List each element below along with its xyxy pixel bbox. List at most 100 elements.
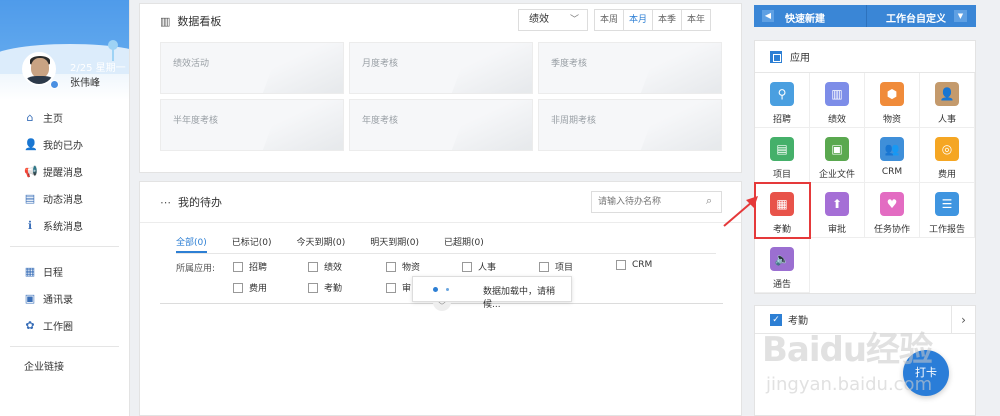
- dashboard-card[interactable]: 季度考核: [538, 42, 722, 94]
- dashboard-panel: ▥ 数据看板 绩效 ﹀ 本周 本月 本季 本年 绩效活动 月度考核 季度考核 半年度考核 年度…: [139, 3, 742, 173]
- app-filter-checkbox[interactable]: 考勤: [308, 281, 342, 294]
- app-tile[interactable]: ♥ 任务协作: [865, 183, 920, 238]
- chevron-down-icon[interactable]: ▼: [954, 10, 967, 22]
- app-tile-label: 工作报告: [928, 225, 965, 235]
- app-tile[interactable]: ◎ 费用: [920, 128, 975, 183]
- home-icon: ⌂: [26, 110, 34, 124]
- task-icon: ♥: [880, 192, 904, 216]
- checkbox-icon: [386, 261, 396, 272]
- customize-workspace-button[interactable]: 工作台自定义: [886, 10, 946, 25]
- sidebar-item-chat[interactable]: ▤ 动态消息: [0, 185, 129, 212]
- range-tab[interactable]: 本年: [681, 9, 711, 31]
- sidebar-item-label: 通讯录: [43, 295, 73, 306]
- left-sidebar: 2/25 星期一 张伟峰 ⌂ 主页 👤 我的已办 📢 提醒消息 ▤ 动态消息 ℹ 系统消息 ▦ 日程…: [0, 0, 130, 416]
- app-filter-checkbox[interactable]: 项目: [539, 260, 573, 273]
- checkbox-icon: [308, 261, 318, 272]
- app-tile-label: 物资: [882, 115, 901, 125]
- app-filter-checkbox[interactable]: 物资: [386, 260, 420, 273]
- app-tile[interactable]: 🔈 通告: [755, 238, 810, 293]
- settings-badge-icon[interactable]: [50, 80, 59, 89]
- balloon-icon: [108, 40, 118, 61]
- dashboard-title: 数据看板: [177, 15, 222, 28]
- metric-select[interactable]: 绩效 ﹀: [518, 9, 588, 31]
- dashboard-card[interactable]: 非周期考核: [538, 99, 722, 151]
- megaphone-icon: 📢: [24, 164, 38, 178]
- sidebar-item-user-check[interactable]: 👤 我的已办: [0, 131, 129, 158]
- sidebar-item-label: 动态消息: [43, 195, 83, 206]
- apps-panel: 应用 ⚲ 招聘 ▥ 绩效 ⬢ 物资 👤 人事 ▤ 项目 ▣ 企业文件 👥 CRM ◎ 费用 ▦ 考勤 ⬆ 审批 ♥ 任务协…: [754, 40, 976, 294]
- app-tile[interactable]: ▦ 考勤: [754, 182, 811, 239]
- header-divider: [140, 222, 741, 223]
- app-tile[interactable]: ▥ 绩效: [810, 73, 865, 128]
- range-tab[interactable]: 本周: [594, 9, 624, 31]
- todo-tab[interactable]: 已标记(0): [232, 235, 272, 253]
- dashboard-card[interactable]: 绩效活动: [160, 42, 344, 94]
- quick-create-button[interactable]: 快速新建: [785, 10, 825, 25]
- range-tab[interactable]: 本月: [623, 9, 653, 31]
- todo-search-input[interactable]: [591, 191, 722, 213]
- app-tile-label: 企业文件: [818, 170, 855, 180]
- dashboard-card[interactable]: 半年度考核: [160, 99, 344, 151]
- checkbox-icon: [616, 260, 626, 270]
- chat-dots-icon: ⋯: [160, 195, 171, 209]
- app-tile-label: 项目: [772, 170, 791, 180]
- project-icon: ▤: [770, 137, 794, 161]
- app-filter-checkbox[interactable]: 招聘: [233, 260, 267, 273]
- app-tile[interactable]: ⚲ 招聘: [755, 73, 810, 128]
- app-filter-checkbox[interactable]: 审: [386, 281, 411, 294]
- app-tile[interactable]: ⬢ 物资: [865, 73, 920, 128]
- checkbox-label: 绩效: [324, 263, 343, 273]
- search-icon[interactable]: ⌕: [706, 194, 712, 208]
- range-tab[interactable]: 本季: [652, 9, 682, 31]
- app-tile-label: 招聘: [772, 115, 791, 125]
- app-tile[interactable]: 👤 人事: [920, 73, 975, 128]
- app-tile-label: 人事: [937, 115, 956, 125]
- checkbox-icon: [386, 282, 396, 293]
- checkbox-label: 招聘: [249, 263, 268, 273]
- sidebar-item-contacts[interactable]: ▣ 通讯录: [0, 285, 129, 312]
- app-tile[interactable]: ☰ 工作报告: [920, 183, 975, 238]
- chevron-left-icon[interactable]: ◀: [762, 10, 774, 22]
- app-filter-checkbox[interactable]: 费用: [233, 281, 267, 294]
- loading-text: 数据加载中，请稍候...: [483, 287, 556, 310]
- sidebar-item-megaphone[interactable]: 📢 提醒消息: [0, 158, 129, 185]
- todo-tab[interactable]: 明天到期(0): [370, 235, 419, 253]
- app-tile[interactable]: ⬆ 审批: [810, 183, 865, 238]
- checkbox-icon: [462, 261, 472, 272]
- notice-icon: 🔈: [770, 247, 794, 271]
- todo-tab[interactable]: 全部(0): [176, 235, 207, 253]
- checkbox-label: 人事: [478, 263, 497, 273]
- app-tile-label: 费用: [937, 170, 956, 180]
- app-filter-checkbox[interactable]: 人事: [462, 260, 496, 273]
- app-filter-checkbox[interactable]: 绩效: [308, 260, 342, 273]
- checkbox-icon: [233, 282, 243, 293]
- attendance-icon: ▦: [770, 192, 794, 216]
- app-tile[interactable]: ▣ 企业文件: [810, 128, 865, 183]
- enterprise-link[interactable]: 企业链接: [0, 354, 129, 381]
- dashboard-card[interactable]: 年度考核: [349, 99, 533, 151]
- approval-icon: ⬆: [825, 192, 849, 216]
- dashboard-card[interactable]: 月度考核: [349, 42, 533, 94]
- checkbox-icon: [233, 261, 243, 272]
- app-filter-checkbox[interactable]: CRM: [616, 260, 652, 270]
- todo-tab[interactable]: 已超期(0): [444, 235, 484, 253]
- loading-toast: 数据加载中，请稍候...: [412, 276, 572, 310]
- loading-dot-icon: [433, 287, 438, 292]
- todo-tab[interactable]: 今天到期(0): [297, 235, 346, 253]
- apps-header: 应用: [755, 41, 975, 73]
- sidebar-item-home[interactable]: ⌂ 主页: [0, 104, 129, 131]
- contacts-icon: ▣: [24, 291, 36, 305]
- app-tile-label: CRM: [881, 167, 903, 177]
- sidebar-item-label: 工作圈: [43, 322, 73, 333]
- app-tile[interactable]: 👥 CRM: [865, 128, 920, 183]
- app-tile[interactable]: ▤ 项目: [755, 128, 810, 183]
- sidebar-item-circle[interactable]: ✿ 工作圈: [0, 312, 129, 339]
- profile-card: 2/25 星期一 张伟峰: [0, 0, 129, 100]
- performance-icon: ▥: [825, 82, 849, 106]
- sidebar-item-info[interactable]: ℹ 系统消息: [0, 212, 129, 239]
- dashboard-cards: 绩效活动 月度考核 季度考核半年度考核 年度考核 非周期考核: [160, 42, 722, 151]
- crm-icon: 👥: [880, 137, 904, 161]
- sidebar-item-calendar[interactable]: ▦ 日程: [0, 258, 129, 285]
- collapse-chevron-icon[interactable]: ﹀: [433, 302, 451, 311]
- chevron-right-icon[interactable]: ›: [951, 306, 975, 334]
